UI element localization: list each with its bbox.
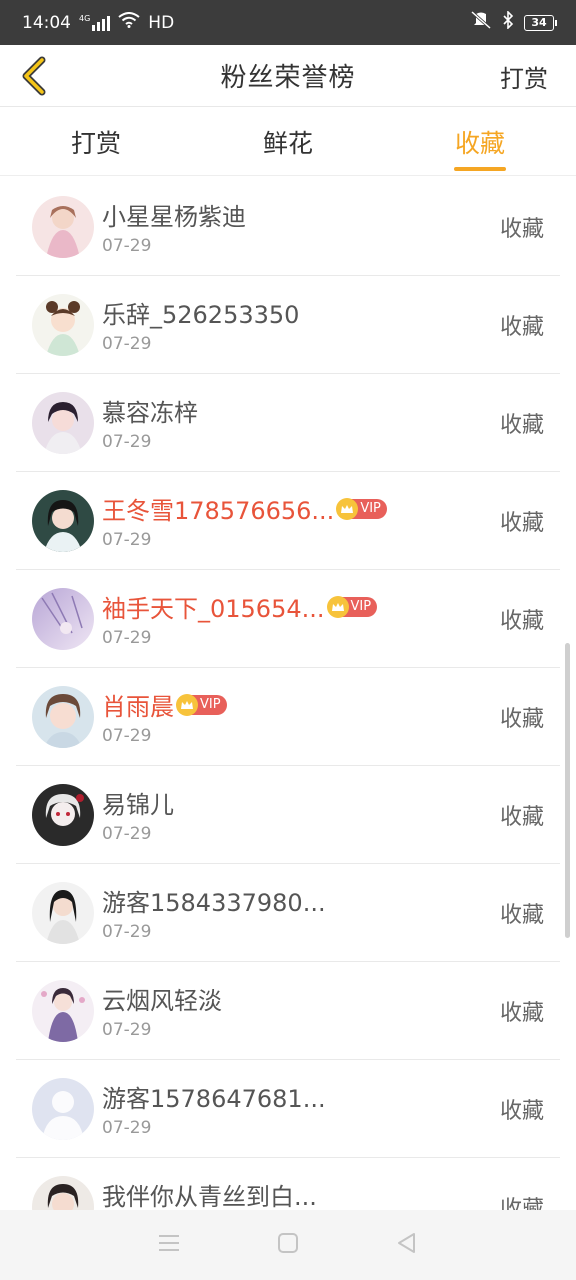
chevron-left-icon xyxy=(22,56,46,96)
signal-icon: 4G xyxy=(79,13,111,31)
vip-label: VIP xyxy=(200,697,221,712)
vip-label: VIP xyxy=(360,501,381,516)
date: 07-29 xyxy=(102,431,152,452)
tab-reward[interactable]: 打赏 xyxy=(0,108,192,175)
crown-icon xyxy=(336,497,359,520)
system-nav-bar xyxy=(0,1210,576,1280)
user-name: 小星星杨紫迪 xyxy=(102,203,246,231)
user-name: 慕容冻梓 xyxy=(102,399,198,427)
action-label: 收藏 xyxy=(499,510,544,536)
user-name: 游客1584337980... xyxy=(102,889,326,917)
hd-label: HD xyxy=(148,12,175,33)
list-item[interactable]: 乐辞_526253350 07-29 收藏 xyxy=(16,276,560,374)
vip-badge: VIP xyxy=(326,595,378,618)
action-label: 收藏 xyxy=(499,412,544,438)
action-label: 收藏 xyxy=(499,1000,544,1026)
action-label: 收藏 xyxy=(499,608,544,634)
user-name: 乐辞_526253350 xyxy=(102,301,300,329)
date: 07-29 xyxy=(102,235,152,256)
vip-label: VIP xyxy=(350,599,372,614)
user-name: 云烟风轻淡 xyxy=(102,987,222,1015)
page-title: 粉丝荣誉榜 xyxy=(220,63,356,93)
avatar[interactable] xyxy=(32,1175,94,1210)
avatar[interactable] xyxy=(32,293,94,356)
status-bar: 14:04 4G HD 34 xyxy=(0,0,576,45)
scrollbar[interactable] xyxy=(565,643,570,938)
date: 07-29 xyxy=(102,627,152,648)
avatar[interactable] xyxy=(32,587,94,650)
date: 07-29 xyxy=(102,529,152,550)
user-name: 袖手天下_015654... xyxy=(102,595,325,623)
header: 粉丝荣誉榜 打赏 xyxy=(0,45,576,107)
avatar[interactable] xyxy=(32,489,94,552)
home-icon[interactable] xyxy=(277,1232,299,1258)
wifi-icon xyxy=(118,12,140,33)
avatar[interactable] xyxy=(32,391,94,454)
date: 07-29 xyxy=(102,823,152,844)
reward-button[interactable]: 打赏 xyxy=(500,59,548,94)
network-label: 4G xyxy=(79,13,91,23)
list-item[interactable]: 袖手天下_015654... VIP 07-29 收藏 xyxy=(16,570,560,668)
avatar[interactable] xyxy=(32,881,94,944)
back-button[interactable] xyxy=(12,53,56,99)
date: 07-29 xyxy=(102,725,152,746)
user-name: 我伴你从青丝到白... xyxy=(102,1183,317,1210)
date: 07-29 xyxy=(102,921,152,942)
action-label: 收藏 xyxy=(499,1196,544,1211)
action-label: 收藏 xyxy=(499,1098,544,1124)
list-item[interactable]: 游客1578647681... 07-29 收藏 xyxy=(16,1060,560,1158)
list-item[interactable]: 云烟风轻淡 07-29 收藏 xyxy=(16,962,560,1060)
list-item[interactable]: 慕容冻梓 07-29 收藏 xyxy=(16,374,560,472)
mute-icon xyxy=(470,10,492,34)
user-name: 肖雨晨 xyxy=(102,693,174,721)
list-item[interactable]: 王冬雪178576656... VIP 07-29 收藏 xyxy=(16,472,560,570)
fan-list[interactable]: 小星星杨紫迪 07-29 收藏 乐辞_526253350 07-29 收藏 慕容… xyxy=(0,178,576,1210)
bluetooth-icon xyxy=(502,10,514,34)
vip-badge: VIP xyxy=(336,497,387,520)
crown-icon xyxy=(176,693,198,716)
date: 07-29 xyxy=(102,1117,152,1138)
tab-flowers[interactable]: 鲜花 xyxy=(192,108,384,175)
avatar[interactable] xyxy=(32,783,94,846)
avatar[interactable] xyxy=(32,195,94,258)
action-label: 收藏 xyxy=(499,314,544,340)
list-item[interactable]: 肖雨晨 VIP 07-29 收藏 xyxy=(16,668,560,766)
battery-level: 34 xyxy=(531,16,547,29)
date: 07-29 xyxy=(102,1019,152,1040)
tab-bar: 打赏 鲜花 收藏 xyxy=(0,108,576,176)
action-label: 收藏 xyxy=(499,902,544,928)
list-item[interactable]: 小星星杨紫迪 07-29 收藏 xyxy=(16,178,560,276)
tab-favorites[interactable]: 收藏 xyxy=(384,108,576,175)
user-name: 王冬雪178576656... xyxy=(102,497,335,525)
action-label: 收藏 xyxy=(499,706,544,732)
user-name: 易锦儿 xyxy=(102,791,174,819)
list-item[interactable]: 游客1584337980... 07-29 收藏 xyxy=(16,864,560,962)
menu-icon[interactable] xyxy=(158,1234,180,1256)
back-triangle-icon[interactable] xyxy=(396,1232,418,1258)
date: 07-29 xyxy=(102,333,152,354)
list-item[interactable]: 易锦儿 07-29 收藏 xyxy=(16,766,560,864)
avatar[interactable] xyxy=(32,685,94,748)
action-label: 收藏 xyxy=(499,804,544,830)
user-name: 游客1578647681... xyxy=(102,1085,326,1113)
status-time: 14:04 xyxy=(22,12,71,33)
action-label: 收藏 xyxy=(499,216,544,242)
vip-badge: VIP xyxy=(176,693,227,716)
battery-icon: 34 xyxy=(524,14,557,31)
avatar[interactable] xyxy=(32,979,94,1042)
crown-icon xyxy=(326,595,349,618)
avatar[interactable] xyxy=(32,1077,94,1140)
list-item[interactable]: 我伴你从青丝到白... 07-29 收藏 xyxy=(16,1158,560,1210)
